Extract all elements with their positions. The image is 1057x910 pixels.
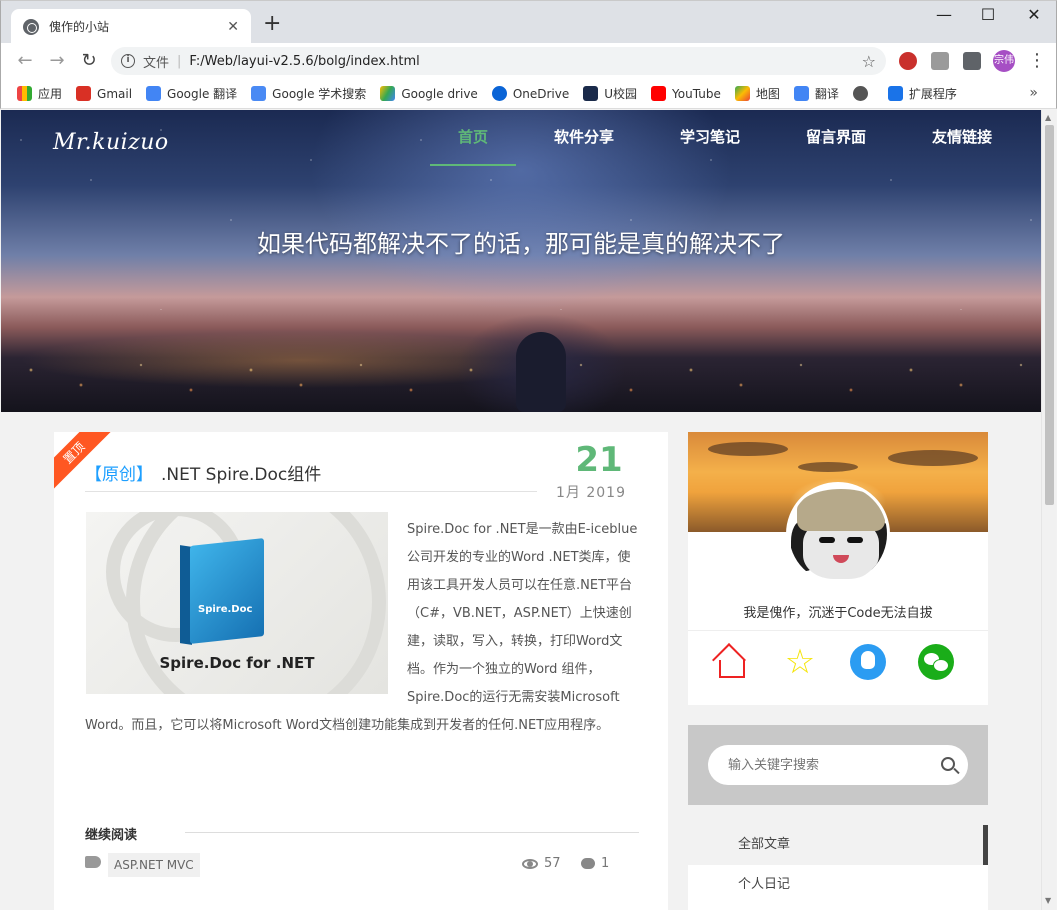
hero-banner: Mr.kuizuo 首页 软件分享 学习笔记 留言界面 友情链接 如果代码都解决… bbox=[1, 110, 1041, 412]
site-logo[interactable]: Mr.kuizuo bbox=[53, 130, 169, 155]
close-window-button[interactable]: ✕ bbox=[1019, 5, 1049, 24]
nav-notes[interactable]: 学习笔记 bbox=[671, 126, 749, 147]
reload-button[interactable]: ↻ bbox=[77, 51, 101, 71]
read-more-divider bbox=[185, 832, 639, 833]
scrollbar-thumb[interactable] bbox=[1045, 125, 1054, 505]
tab-title: 傀作的小站 bbox=[49, 20, 110, 34]
gmail-icon bbox=[76, 86, 92, 101]
category-tag[interactable]: ASP.NET MVC bbox=[108, 853, 200, 877]
nav-software[interactable]: 软件分享 bbox=[545, 126, 623, 147]
star-icon[interactable]: ☆ bbox=[782, 644, 818, 680]
bookmark-google-scholar[interactable]: Google 学术搜索 bbox=[251, 85, 366, 102]
nav-active-underline bbox=[430, 164, 516, 166]
eye-icon bbox=[522, 858, 538, 869]
bookmark-gmail[interactable]: Gmail bbox=[76, 86, 132, 101]
bookmarks-overflow-icon[interactable]: » bbox=[1029, 85, 1038, 101]
bookmark-google-drive[interactable]: Google drive bbox=[380, 86, 478, 101]
translate-icon bbox=[146, 86, 162, 101]
bookmark-u-campus[interactable]: U校园 bbox=[583, 85, 637, 102]
puzzle-extensions-icon[interactable] bbox=[963, 52, 981, 70]
original-tag: 【原创】 bbox=[85, 465, 153, 485]
info-icon[interactable]: i bbox=[121, 54, 135, 68]
search-panel bbox=[688, 725, 988, 805]
bookmark-youtube[interactable]: YouTube bbox=[651, 86, 721, 101]
globe-icon bbox=[23, 18, 39, 35]
extension-icon-v[interactable] bbox=[931, 52, 949, 70]
forward-button[interactable]: → bbox=[45, 51, 69, 71]
search-input[interactable] bbox=[708, 745, 968, 785]
nav-guestbook[interactable]: 留言界面 bbox=[797, 126, 875, 147]
wechat-icon[interactable] bbox=[918, 644, 954, 680]
bookmark-google-translate[interactable]: Google 翻译 bbox=[146, 85, 237, 102]
article-title-text[interactable]: .NET Spire.Doc组件 bbox=[161, 465, 321, 485]
bookmark-onedrive[interactable]: OneDrive bbox=[491, 86, 569, 101]
read-more-link[interactable]: 继续阅读 bbox=[85, 824, 137, 843]
scholar-icon bbox=[251, 86, 267, 101]
home-icon[interactable] bbox=[712, 643, 750, 680]
search-icon[interactable] bbox=[941, 757, 955, 771]
category-diary[interactable]: 个人日记 bbox=[688, 865, 988, 905]
article-card: 置顶 【原创】 .NET Spire.Doc组件 21 1月 2019 Spire… bbox=[54, 432, 668, 910]
thumbnail-caption: Spire.Doc for .NET bbox=[159, 654, 315, 672]
menu-kebab-icon[interactable]: ⋮ bbox=[1025, 51, 1049, 71]
maps-icon bbox=[734, 86, 750, 101]
new-tab-button[interactable]: + bbox=[263, 13, 281, 35]
youtube-icon bbox=[651, 86, 667, 101]
u-campus-icon bbox=[583, 86, 599, 101]
address-bar[interactable]: i 文件 | F:/Web/layui-v2.5.6/bolg/index.ht… bbox=[111, 47, 886, 75]
tags-icon bbox=[85, 856, 101, 868]
bookmark-extensions[interactable]: 扩展程序 bbox=[887, 85, 957, 102]
browser-toolbar: ← → ↻ i 文件 | F:/Web/layui-v2.5.6/bolg/in… bbox=[0, 43, 1057, 79]
scroll-down-arrow[interactable]: ▼ bbox=[1045, 896, 1051, 905]
puzzle-icon bbox=[887, 86, 903, 101]
title-divider bbox=[85, 491, 537, 492]
date-month-year: 1月 2019 bbox=[556, 485, 626, 501]
bookmarks-bar: 应用 Gmail Google 翻译 Google 学术搜索 Google dr… bbox=[0, 79, 1057, 109]
category-all-articles[interactable]: 全部文章 bbox=[688, 825, 988, 865]
globe-icon bbox=[852, 86, 868, 101]
page-viewport: Mr.kuizuo 首页 软件分享 学习笔记 留言界面 友情链接 如果代码都解决… bbox=[1, 110, 1041, 910]
close-tab-icon[interactable]: ✕ bbox=[227, 19, 239, 35]
view-count: 57 bbox=[522, 856, 561, 871]
bookmark-apps[interactable]: 应用 bbox=[17, 85, 62, 102]
category-list: 全部文章 个人日记 bbox=[688, 825, 988, 910]
bookmark-globe[interactable] bbox=[852, 86, 874, 101]
nav-links[interactable]: 友情链接 bbox=[923, 126, 1001, 147]
hooded-figure bbox=[516, 332, 566, 412]
article-thumbnail[interactable]: Spire.Doc Spire.Doc for .NET bbox=[86, 512, 388, 694]
browser-tab[interactable]: 傀作的小站 ✕ bbox=[11, 9, 251, 44]
page-scrollbar[interactable]: ▲ ▼ bbox=[1041, 110, 1056, 910]
nav-home[interactable]: 首页 bbox=[431, 126, 515, 147]
apps-grid-icon bbox=[17, 86, 32, 101]
product-box bbox=[190, 538, 264, 644]
minimize-button[interactable]: — bbox=[929, 5, 959, 24]
profile-avatar[interactable]: 宗伟 bbox=[993, 50, 1015, 72]
comment-count[interactable]: 1 bbox=[581, 856, 609, 871]
url-text[interactable]: F:/Web/layui-v2.5.6/bolg/index.html bbox=[189, 54, 861, 69]
extension-icon-red[interactable] bbox=[899, 52, 917, 70]
drive-icon bbox=[380, 86, 396, 101]
cloud-icon bbox=[491, 86, 507, 101]
date-day: 21 bbox=[575, 440, 623, 480]
maximize-button[interactable]: ☐ bbox=[973, 5, 1003, 24]
bookmark-translate[interactable]: 翻译 bbox=[793, 85, 839, 102]
profile-bio: 我是傀作，沉迷于Code无法自拔 bbox=[743, 606, 933, 621]
address-scheme-label: 文件 bbox=[143, 55, 170, 71]
translate-icon bbox=[793, 86, 809, 101]
back-button[interactable]: ← bbox=[13, 51, 37, 71]
comment-icon bbox=[581, 858, 595, 869]
avatar[interactable] bbox=[786, 482, 890, 586]
scroll-up-arrow[interactable]: ▲ bbox=[1045, 113, 1051, 122]
bookmark-star-icon[interactable]: ☆ bbox=[862, 52, 876, 71]
qq-icon[interactable] bbox=[850, 644, 886, 680]
profile-card: 我是傀作，沉迷于Code无法自拔 ☆ bbox=[688, 432, 988, 705]
hero-slogan: 如果代码都解决不了的话，那可能是真的解决不了 bbox=[257, 230, 785, 258]
article-title[interactable]: 【原创】 .NET Spire.Doc组件 bbox=[85, 460, 321, 485]
bookmark-maps[interactable]: 地图 bbox=[734, 85, 780, 102]
product-box-label: Spire.Doc bbox=[198, 604, 253, 615]
tab-strip: 傀作的小站 ✕ + — ☐ ✕ bbox=[0, 0, 1057, 44]
